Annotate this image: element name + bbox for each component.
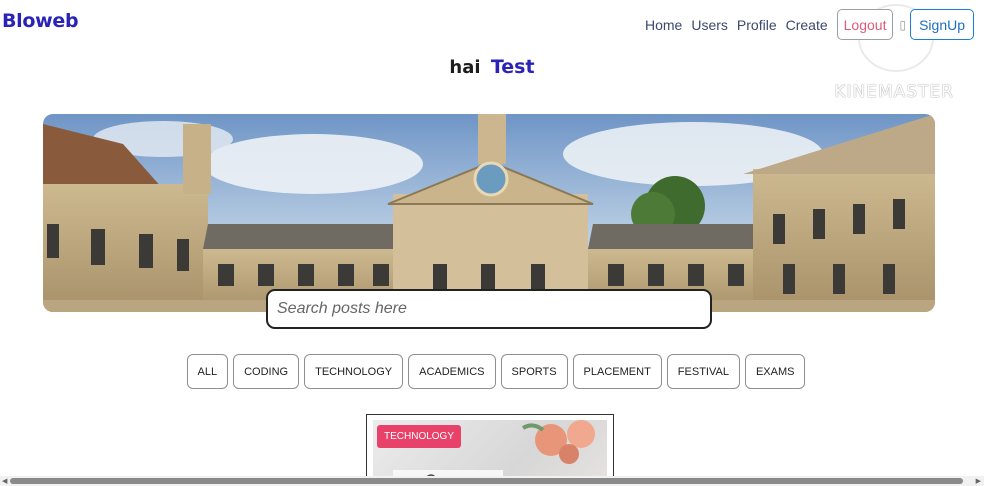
- category-placement-button[interactable]: PLACEMENT: [572, 354, 662, 389]
- greeting-username: Test: [490, 56, 535, 78]
- nav-home[interactable]: Home: [645, 17, 682, 33]
- scrollbar-thumb[interactable]: [10, 478, 963, 484]
- horizontal-scrollbar[interactable]: ◀ ▶: [0, 476, 984, 486]
- signup-button[interactable]: SignUp: [910, 9, 974, 40]
- nav-profile[interactable]: Profile: [737, 17, 777, 33]
- nav-separator-icon: ▯: [899, 17, 907, 32]
- nav-users[interactable]: Users: [691, 17, 728, 33]
- search-input[interactable]: [277, 300, 710, 318]
- category-sports-button[interactable]: SPORTS: [500, 354, 568, 389]
- category-all-button[interactable]: ALL: [186, 354, 229, 389]
- logout-button[interactable]: Logout: [836, 9, 894, 40]
- greeting-prefix: hai: [449, 57, 481, 78]
- scroll-right-icon[interactable]: ▶: [976, 477, 981, 485]
- category-exams-button[interactable]: EXAMS: [744, 354, 806, 389]
- top-nav: Home Users Profile Create Logout ▯ SignU…: [645, 9, 974, 40]
- category-filter-bar: ALL CODING TECHNOLOGY ACADEMICS SPORTS P…: [0, 354, 984, 389]
- category-coding-button[interactable]: CODING: [233, 354, 300, 389]
- nav-create[interactable]: Create: [786, 17, 828, 33]
- category-technology-button[interactable]: TECHNOLOGY: [304, 354, 404, 389]
- hero-banner-image: [43, 114, 935, 312]
- post-category-badge: TECHNOLOGY: [377, 425, 462, 448]
- category-festival-button[interactable]: FESTIVAL: [666, 354, 740, 389]
- scroll-left-icon[interactable]: ◀: [2, 477, 7, 485]
- greeting: hai Test: [0, 56, 984, 78]
- category-academics-button[interactable]: ACADEMICS: [408, 354, 496, 389]
- brand-logo[interactable]: Bloweb: [2, 10, 79, 32]
- search-bar[interactable]: [266, 289, 712, 329]
- watermark-text: KINEMASTER: [834, 82, 954, 102]
